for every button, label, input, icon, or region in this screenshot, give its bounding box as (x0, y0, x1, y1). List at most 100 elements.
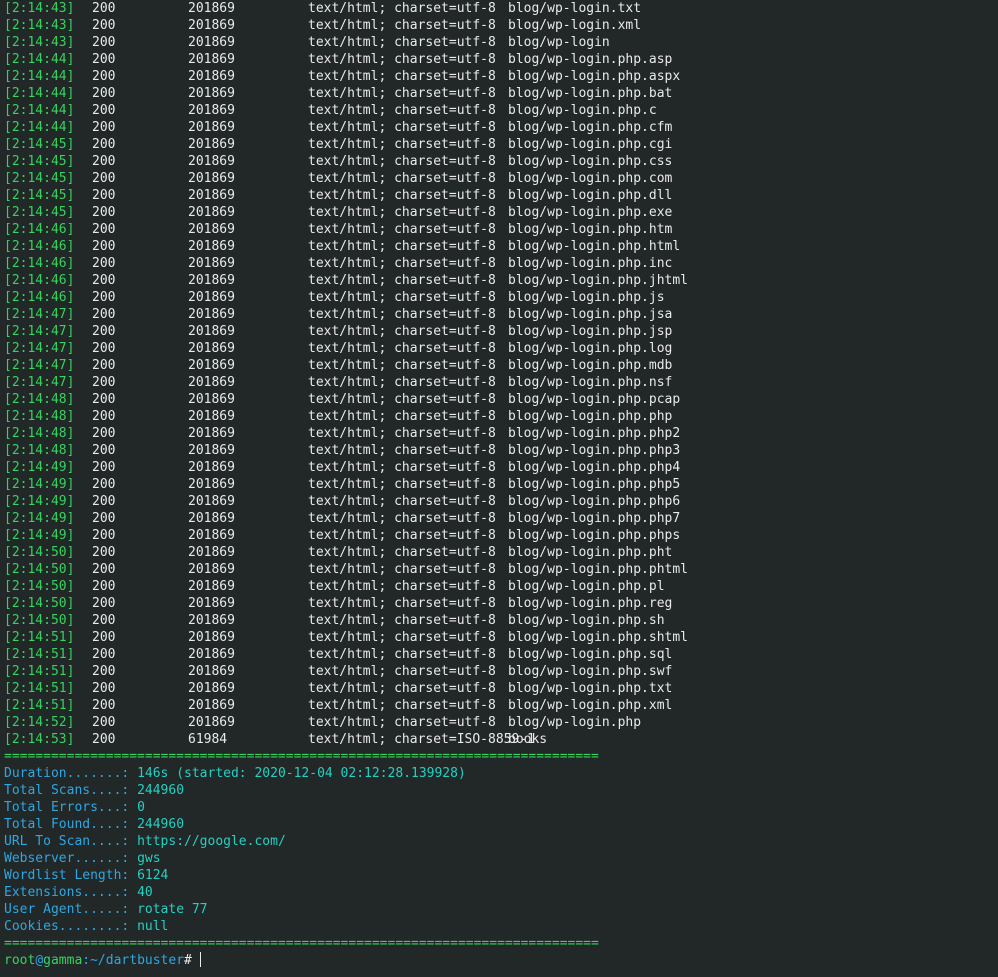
log-content-type: text/html; charset=utf-8 (308, 613, 496, 628)
log-content-type: text/html; charset=utf-8 (308, 630, 496, 645)
log-status-code: 200 (92, 358, 116, 373)
log-path: blog/wp-login.php.log (508, 341, 673, 356)
log-timestamp: [2:14:47] (4, 341, 75, 356)
log-timestamp: [2:14:50] (4, 579, 75, 594)
log-path: blog/wp-login.php.php7 (508, 511, 681, 526)
log-status-code: 200 (92, 443, 116, 458)
log-path: blog/wp-login.php.c (508, 103, 657, 118)
log-row: [2:14:47] 200 201869 text/html; charset=utf… (4, 357, 998, 374)
log-path: blog/wp-login.php (508, 715, 642, 730)
log-response-size: 201869 (188, 290, 235, 305)
log-path: blog/wp-login.php.phtml (508, 562, 689, 577)
log-response-size: 201869 (188, 35, 235, 50)
log-status-code: 200 (92, 154, 116, 169)
log-path: blog/wp-login.php.pl (508, 579, 665, 594)
log-content-type: text/html; charset=utf-8 (308, 698, 496, 713)
terminal-window[interactable]: [2:14:43] 200 201869 text/html; charset=utf… (0, 0, 998, 977)
summary-row: Duration.......: 146s (started: 2020-12-… (4, 765, 998, 782)
log-path: blog/wp-login.php.dll (508, 188, 673, 203)
log-content-type: text/html; charset=utf-8 (308, 273, 496, 288)
log-path: blog/wp-login.php.js (508, 290, 665, 305)
summary-key: URL To Scan....: (4, 834, 130, 849)
log-response-size: 201869 (188, 409, 235, 424)
log-status-code: 200 (92, 426, 116, 441)
log-row: [2:14:46] 200 201869 text/html; charset=utf… (4, 221, 998, 238)
log-row: [2:14:49] 200 201869 text/html; charset=utf… (4, 493, 998, 510)
summary-row: Total Scans....: 244960 (4, 782, 998, 799)
separator-top: ========================================… (4, 749, 599, 764)
log-status-code: 200 (92, 188, 116, 203)
summary-key: Wordlist Length: (4, 868, 130, 883)
log-path: blog/wp-login.php.cfm (508, 120, 673, 135)
log-path: blog/wp-login.php.swf (508, 664, 673, 679)
summary-key: Total Scans....: (4, 783, 130, 798)
log-row: [2:14:44] 200 201869 text/html; charset=utf… (4, 102, 998, 119)
log-response-size: 201869 (188, 103, 235, 118)
log-path: blog/wp-login.php.php6 (508, 494, 681, 509)
log-row: [2:14:45] 200 201869 text/html; charset=utf… (4, 204, 998, 221)
log-path: blog/wp-login.php.phps (508, 528, 681, 543)
log-status-code: 200 (92, 120, 116, 135)
log-status-code: 200 (92, 562, 116, 577)
log-row: [2:14:50] 200 201869 text/html; charset=utf… (4, 544, 998, 561)
summary-key: Cookies........: (4, 919, 130, 934)
log-row: [2:14:45] 200 201869 text/html; charset=utf… (4, 187, 998, 204)
log-content-type: text/html; charset=utf-8 (308, 477, 496, 492)
log-timestamp: [2:14:51] (4, 647, 75, 662)
log-row: [2:14:48] 200 201869 text/html; charset=utf… (4, 391, 998, 408)
log-status-code: 200 (92, 511, 116, 526)
log-path: blog/wp-login.php.pcap (508, 392, 681, 407)
log-timestamp: [2:14:45] (4, 205, 75, 220)
log-content-type: text/html; charset=utf-8 (308, 103, 496, 118)
log-row: [2:14:50] 200 201869 text/html; charset=utf… (4, 595, 998, 612)
prompt-host: gamma (43, 953, 83, 968)
log-status-code: 200 (92, 290, 116, 305)
log-response-size: 201869 (188, 664, 235, 679)
text-cursor (199, 952, 201, 967)
log-path: blog/wp-login.php.php3 (508, 443, 681, 458)
summary-row: User Agent.....: rotate 77 (4, 901, 998, 918)
log-content-type: text/html; charset=utf-8 (308, 239, 496, 254)
log-content-type: text/html; charset=utf-8 (308, 222, 496, 237)
log-timestamp: [2:14:43] (4, 35, 75, 50)
log-timestamp: [2:14:44] (4, 86, 75, 101)
log-timestamp: [2:14:50] (4, 545, 75, 560)
log-status-code: 200 (92, 630, 116, 645)
log-status-code: 200 (92, 256, 116, 271)
log-content-type: text/html; charset=utf-8 (308, 647, 496, 662)
log-row: [2:14:43] 200 201869 text/html; charset=utf… (4, 0, 998, 17)
log-status-code: 200 (92, 69, 116, 84)
log-timestamp: [2:14:50] (4, 562, 75, 577)
log-timestamp: [2:14:43] (4, 1, 75, 16)
log-timestamp: [2:14:46] (4, 239, 75, 254)
log-content-type: text/html; charset=utf-8 (308, 52, 496, 67)
log-status-code: 200 (92, 18, 116, 33)
log-row: [2:14:53] 200 61984 text/html; charset=ISO-… (4, 731, 998, 748)
log-content-type: text/html; charset=utf-8 (308, 596, 496, 611)
log-content-type: text/html; charset=utf-8 (308, 579, 496, 594)
summary-value: 146s (started: 2020-12-04 02:12:28.13992… (137, 766, 466, 781)
log-response-size: 61984 (188, 732, 228, 747)
log-status-code: 200 (92, 222, 116, 237)
log-timestamp: [2:14:52] (4, 715, 75, 730)
log-content-type: text/html; charset=utf-8 (308, 545, 496, 560)
log-content-type: text/html; charset=utf-8 (308, 358, 496, 373)
summary-value: 244960 (137, 783, 185, 798)
log-timestamp: [2:14:49] (4, 494, 75, 509)
log-row: [2:14:51] 200 201869 text/html; charset=utf… (4, 663, 998, 680)
log-content-type: text/html; charset=utf-8 (308, 528, 496, 543)
log-row: [2:14:51] 200 201869 text/html; charset=utf… (4, 629, 998, 646)
log-row: [2:14:51] 200 201869 text/html; charset=utf… (4, 680, 998, 697)
log-path: blog/wp-login.php.php5 (508, 477, 681, 492)
shell-prompt[interactable]: root@gamma:~/dartbuster# (4, 952, 998, 969)
log-status-code: 200 (92, 647, 116, 662)
log-response-size: 201869 (188, 307, 235, 322)
log-timestamp: [2:14:50] (4, 596, 75, 611)
log-path: blog/wp-login.php.jsa (508, 307, 673, 322)
log-path: blog/wp-login.php.reg (508, 596, 673, 611)
log-response-size: 201869 (188, 120, 235, 135)
summary-key: Duration.......: (4, 766, 130, 781)
log-status-code: 200 (92, 528, 116, 543)
log-path: blog/wp-login.php.jsp (508, 324, 673, 339)
log-timestamp: [2:14:51] (4, 698, 75, 713)
